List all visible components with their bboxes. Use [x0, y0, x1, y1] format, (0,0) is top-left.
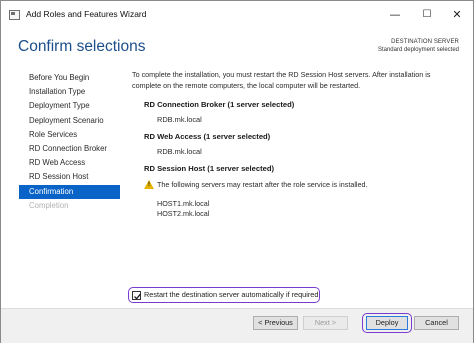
session-host-list: HOST1.mk.local HOST2.mk.local — [132, 199, 462, 218]
nav-item-rd-web-access[interactable]: RD Web Access — [19, 156, 120, 170]
title-bar: Add Roles and Features Wizard — ☐ ✕ — [1, 1, 473, 28]
destination-server-value: Standard deployment selected — [377, 47, 459, 53]
nav-item-deployment-scenario[interactable]: Deployment Scenario — [19, 114, 120, 128]
wizard-steps-nav: Before You Begin Installation Type Deplo… — [19, 71, 120, 213]
web-access-heading: RD Web Access (1 server selected) — [144, 132, 271, 141]
nav-item-deployment-type[interactable]: Deployment Type — [19, 99, 120, 113]
next-button: Next > — [303, 316, 348, 330]
nav-item-before-you-begin[interactable]: Before You Begin — [19, 71, 120, 85]
previous-button[interactable]: < Previous — [253, 316, 298, 330]
list-item: HOST1.mk.local — [157, 199, 210, 208]
restart-warning: ! The following servers may restart afte… — [132, 179, 462, 190]
list-item: HOST2.mk.local — [157, 208, 210, 218]
wizard-app-icon — [9, 10, 20, 20]
checkmark-icon — [134, 292, 142, 300]
nav-item-rd-connection-broker[interactable]: RD Connection Broker — [19, 142, 120, 156]
nav-item-installation-type[interactable]: Installation Type — [19, 85, 120, 99]
maximize-button[interactable]: ☐ — [411, 1, 443, 28]
intro-text: To complete the installation, you must r… — [132, 70, 431, 90]
close-button[interactable]: ✕ — [441, 1, 473, 28]
broker-heading: RD Connection Broker (1 server selected) — [144, 100, 295, 109]
nav-item-confirmation[interactable]: Confirmation — [19, 184, 120, 199]
minimize-button[interactable]: — — [379, 1, 411, 28]
window-title: Add Roles and Features Wizard — [26, 9, 147, 19]
confirmation-content: To complete the installation, you must r… — [132, 70, 462, 280]
wizard-header: Confirm selections DESTINATION SERVER St… — [1, 28, 473, 66]
nav-item-completion: Completion — [29, 200, 69, 210]
web-access-server: RDB.mk.local — [157, 147, 202, 156]
page-title: Confirm selections — [18, 38, 146, 55]
restart-checkbox-label[interactable]: Restart the destination server automatic… — [144, 290, 318, 299]
nav-item-role-services[interactable]: Role Services — [19, 128, 120, 142]
deploy-button[interactable]: Deploy — [366, 316, 408, 330]
nav-item-rd-session-host[interactable]: RD Session Host — [19, 170, 120, 184]
wizard-window: Add Roles and Features Wizard — ☐ ✕ Conf… — [0, 0, 474, 343]
broker-server: RDB.mk.local — [157, 115, 202, 124]
cancel-button[interactable]: Cancel — [414, 316, 459, 330]
restart-warning-text: The following servers may restart after … — [157, 180, 368, 189]
session-host-heading: RD Session Host (1 server selected) — [144, 164, 274, 173]
restart-checkbox[interactable] — [132, 290, 142, 300]
destination-server-label: DESTINATION SERVER — [391, 39, 459, 45]
restart-checkbox-row[interactable]: Restart the destination server automatic… — [128, 287, 320, 303]
